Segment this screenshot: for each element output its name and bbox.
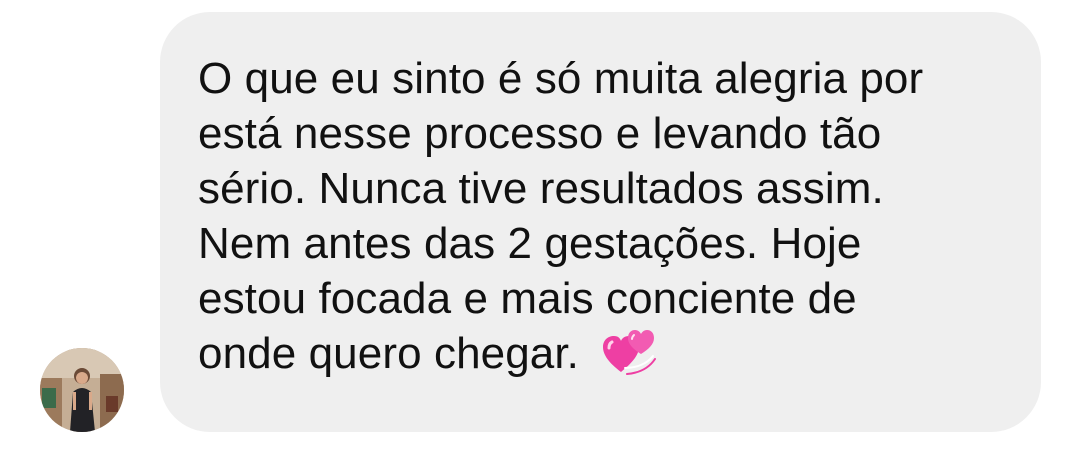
avatar-photo: [40, 348, 124, 432]
message-row: O que eu sinto é só muita alegria por es…: [0, 0, 1073, 450]
message-text: O que eu sinto é só muita alegria por es…: [198, 51, 1001, 381]
message-bubble[interactable]: O que eu sinto é só muita alegria por es…: [160, 12, 1041, 432]
two-hearts-icon: [601, 328, 657, 376]
message-body: O que eu sinto é só muita alegria por es…: [198, 54, 924, 378]
avatar[interactable]: [40, 348, 124, 432]
